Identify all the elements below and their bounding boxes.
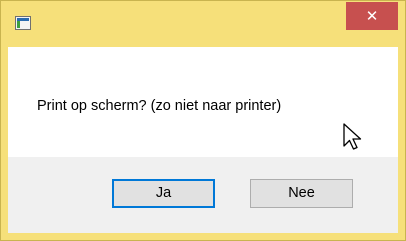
dialog-content: Print op scherm? (zo niet naar printer) … xyxy=(8,47,398,233)
app-icon-side-part xyxy=(17,21,20,28)
message-area: Print op scherm? (zo niet naar printer) xyxy=(8,47,398,157)
no-button[interactable]: Nee xyxy=(250,179,353,208)
yes-button[interactable]: Ja xyxy=(112,179,215,208)
mouse-pointer-icon xyxy=(343,123,362,150)
close-icon: ✕ xyxy=(365,7,379,25)
title-bar[interactable]: ✕ xyxy=(1,1,405,47)
dialog-message: Print op scherm? (zo niet naar printer) xyxy=(37,98,282,114)
dialog-window: ✕ Print op scherm? (zo niet naar printer… xyxy=(0,0,406,241)
close-button[interactable]: ✕ xyxy=(346,2,398,30)
application-window-icon xyxy=(15,16,31,30)
